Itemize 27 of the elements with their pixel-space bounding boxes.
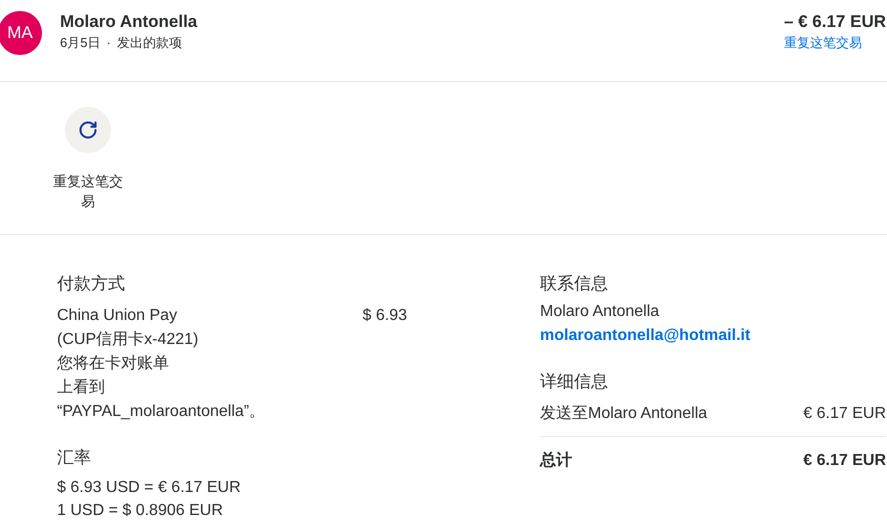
- payment-method: China Union Pay: [57, 306, 178, 326]
- payment-amount: $ 6.93: [362, 306, 407, 326]
- payee-name: Molaro Antonella: [60, 11, 198, 33]
- repeat-transaction-link[interactable]: 重复这笔交易: [784, 33, 862, 53]
- transaction-amount: – € 6.17 EUR: [784, 11, 886, 33]
- statement-note: 上看到: [57, 378, 106, 398]
- exchange-rate: $ 6.93 USD = € 6.17 EUR: [57, 478, 242, 498]
- card-number: (CUP信用卡x-4221): [57, 330, 200, 350]
- exchange-rate: 1 USD = $ 0.8906 EUR: [57, 501, 224, 521]
- transaction-type: 发出的款项: [116, 34, 182, 52]
- total-amount: € 6.17 EUR: [803, 451, 886, 471]
- refresh-icon: [65, 107, 111, 153]
- section-heading: 付款方式: [57, 273, 126, 295]
- total-label: 总计: [540, 450, 572, 471]
- separator-dot: ·: [106, 34, 111, 52]
- section-heading: 详细信息: [540, 371, 609, 393]
- detail-label: 发送至Molaro Antonella: [540, 404, 708, 424]
- email-link[interactable]: molaroantonella@hotmail.it: [540, 324, 886, 348]
- statement-note: “PAYPAL_molaroantonella”。: [57, 402, 266, 422]
- detail-amount: € 6.17 EUR: [803, 404, 886, 424]
- avatar: MA: [0, 11, 42, 55]
- statement-note: 您将在卡对账单: [57, 354, 170, 374]
- transaction-date: 6月5日: [60, 34, 100, 52]
- section-heading: 联系信息: [540, 273, 609, 295]
- contact-name: Molaro Antonella: [540, 302, 660, 322]
- section-heading: 汇率: [57, 447, 92, 469]
- repeat-action-button[interactable]: 重复这笔交易: [48, 107, 128, 234]
